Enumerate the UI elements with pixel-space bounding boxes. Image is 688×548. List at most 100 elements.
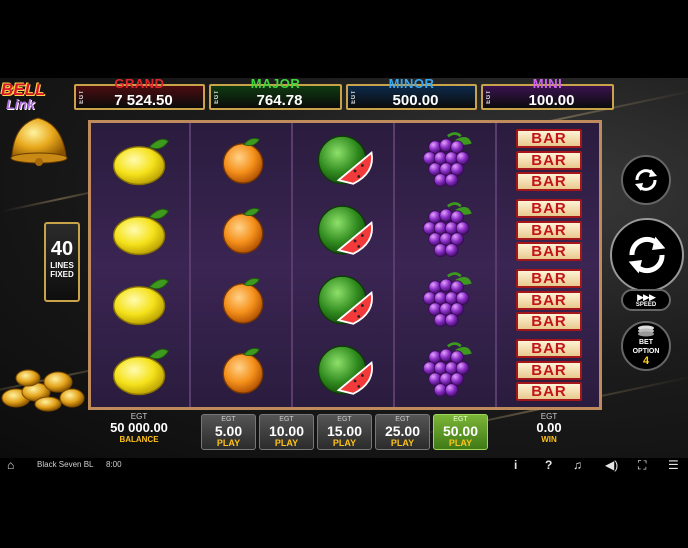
jackpot-name: MAJOR	[250, 76, 301, 91]
bet-option-value: 4	[642, 355, 650, 367]
bar-triple-symbol: BAR BAR BAR	[499, 265, 599, 335]
jackpot-bar: EGT GRAND 7 524.50 EGT MAJOR 764.78 EGT …	[0, 76, 688, 112]
spin-icon	[628, 236, 666, 274]
grapes-symbol	[397, 335, 497, 405]
status-bar: ⌂ Black Seven BL 8:00 i ? ♫ ◀) ⛶ ☰	[0, 458, 688, 472]
watermelon-symbol	[295, 125, 395, 195]
bar-label: BAR	[516, 150, 582, 170]
bet-play-label: PLAY	[390, 438, 415, 448]
bet-value: 15.00	[326, 423, 363, 439]
win-value: 0.00	[536, 420, 562, 435]
bar-triple-symbol: BAR BAR BAR	[499, 125, 599, 195]
spin-button[interactable]	[610, 218, 684, 292]
bar-label: BAR	[516, 360, 582, 380]
bar-label: BAR	[516, 172, 582, 191]
bet-button-5[interactable]: EGT 5.00 PLAY	[201, 414, 256, 450]
bar-label: BAR	[516, 290, 582, 310]
jackpot-egt-label: EGT	[79, 90, 85, 104]
balance-label: BALANCE	[119, 435, 159, 444]
watermelon-symbol	[295, 265, 395, 335]
bet-value: 5.00	[214, 423, 243, 439]
coin-stack-icon	[638, 325, 654, 337]
autoplay-button[interactable]	[621, 155, 671, 205]
jackpot-value: 764.78	[256, 92, 303, 109]
bet-option-label: BET	[639, 339, 653, 346]
bet-play-label: PLAY	[274, 438, 299, 448]
speed-label: SPEED	[635, 302, 657, 308]
jackpot-egt-label: EGT	[351, 90, 357, 104]
jackpot-value: 7 524.50	[114, 92, 173, 109]
lemon-symbol	[91, 195, 191, 265]
bet-play-label: PLAY	[216, 438, 241, 448]
fullscreen-icon[interactable]: ⛶	[638, 458, 646, 473]
reel-3	[295, 123, 395, 407]
bet-button-25[interactable]: EGT 25.00 PLAY	[375, 414, 430, 450]
lines-fixed-label: FIXED	[50, 270, 74, 279]
lines-label: LINES	[50, 261, 74, 270]
orange-symbol	[193, 195, 293, 265]
bet-button-15[interactable]: EGT 15.00 PLAY	[317, 414, 372, 450]
bar-label: BAR	[516, 312, 582, 331]
autoplay-icon	[635, 169, 657, 191]
jackpot-minor: EGT MINOR 500.00	[346, 76, 477, 110]
jackpot-grand: EGT GRAND 7 524.50	[74, 76, 205, 110]
balance-display: EGT 50 000.00 BALANCE	[98, 412, 180, 444]
watermelon-symbol	[295, 195, 395, 265]
game-name: Black Seven BL	[37, 460, 94, 469]
jackpot-value: 100.00	[528, 92, 575, 109]
fast-forward-icon: ▶▶▶	[637, 292, 656, 302]
jackpot-egt-label: EGT	[486, 90, 492, 104]
win-label: WIN	[541, 435, 557, 444]
grapes-symbol	[397, 195, 497, 265]
grapes-symbol	[397, 265, 497, 335]
bar-label: BAR	[516, 382, 582, 401]
lines-count: 40	[50, 238, 74, 260]
bar-label: BAR	[516, 199, 582, 218]
bet-button-10[interactable]: EGT 10.00 PLAY	[259, 414, 314, 450]
bar-label: BAR	[516, 129, 582, 148]
info-icon[interactable]: i	[514, 458, 517, 472]
help-icon[interactable]: ?	[545, 458, 552, 472]
jackpot-name: MINOR	[388, 76, 435, 91]
grapes-symbol	[397, 125, 497, 195]
bar-triple-symbol: BAR BAR BAR	[499, 335, 599, 405]
bet-value: 10.00	[268, 423, 305, 439]
lemon-symbol	[91, 335, 191, 405]
orange-symbol	[193, 335, 293, 405]
bar-label: BAR	[516, 339, 582, 358]
bar-triple-symbol: BAR BAR BAR	[499, 195, 599, 265]
lemon-symbol	[91, 265, 191, 335]
balance-value: 50 000.00	[110, 420, 168, 435]
home-icon[interactable]: ⌂	[7, 458, 14, 472]
reel-5: BAR BAR BAR BAR BAR BAR BAR BAR BAR BAR BAR BAR	[499, 123, 599, 407]
bet-value: 50.00	[442, 423, 479, 439]
jackpot-name: MINI	[532, 76, 563, 91]
gold-coins-icon	[1, 369, 85, 412]
bet-option-label-2: OPTION	[632, 348, 660, 355]
reel-1	[91, 123, 191, 407]
bet-value: 25.00	[384, 423, 421, 439]
jackpot-mini: EGT MINI 100.00	[481, 76, 614, 110]
orange-symbol	[193, 265, 293, 335]
jackpot-name: GRAND	[114, 76, 165, 91]
bet-button-50[interactable]: EGT 50.00 PLAY	[433, 414, 488, 450]
bar-label: BAR	[516, 242, 582, 261]
sound-icon[interactable]: ◀)	[605, 458, 618, 472]
clock: 8:00	[106, 460, 122, 469]
settings-icon[interactable]: ☰	[668, 458, 679, 472]
music-icon[interactable]: ♫	[573, 458, 582, 472]
bar-label: BAR	[516, 269, 582, 288]
reel-2	[193, 123, 293, 407]
win-display: EGT 0.00 WIN	[518, 412, 580, 444]
watermelon-symbol	[295, 335, 395, 405]
bet-bar: EGT 50 000.00 BALANCE EGT 5.00 PLAY EGT …	[0, 410, 688, 458]
game-screen: BELL Link EGT GRAND 7 524.50 EGT MAJOR 7…	[0, 0, 688, 548]
speed-button[interactable]: ▶▶▶ SPEED	[621, 289, 671, 311]
bet-play-label: PLAY	[332, 438, 357, 448]
jackpot-egt-label: EGT	[214, 90, 220, 104]
bet-option-button[interactable]: BET OPTION 4	[621, 321, 671, 371]
jackpot-major: EGT MAJOR 764.78	[209, 76, 342, 110]
orange-symbol	[193, 125, 293, 195]
reels-area: BAR BAR BAR BAR BAR BAR BAR BAR BAR BAR BAR BAR	[88, 120, 602, 410]
jackpot-value: 500.00	[392, 92, 439, 109]
